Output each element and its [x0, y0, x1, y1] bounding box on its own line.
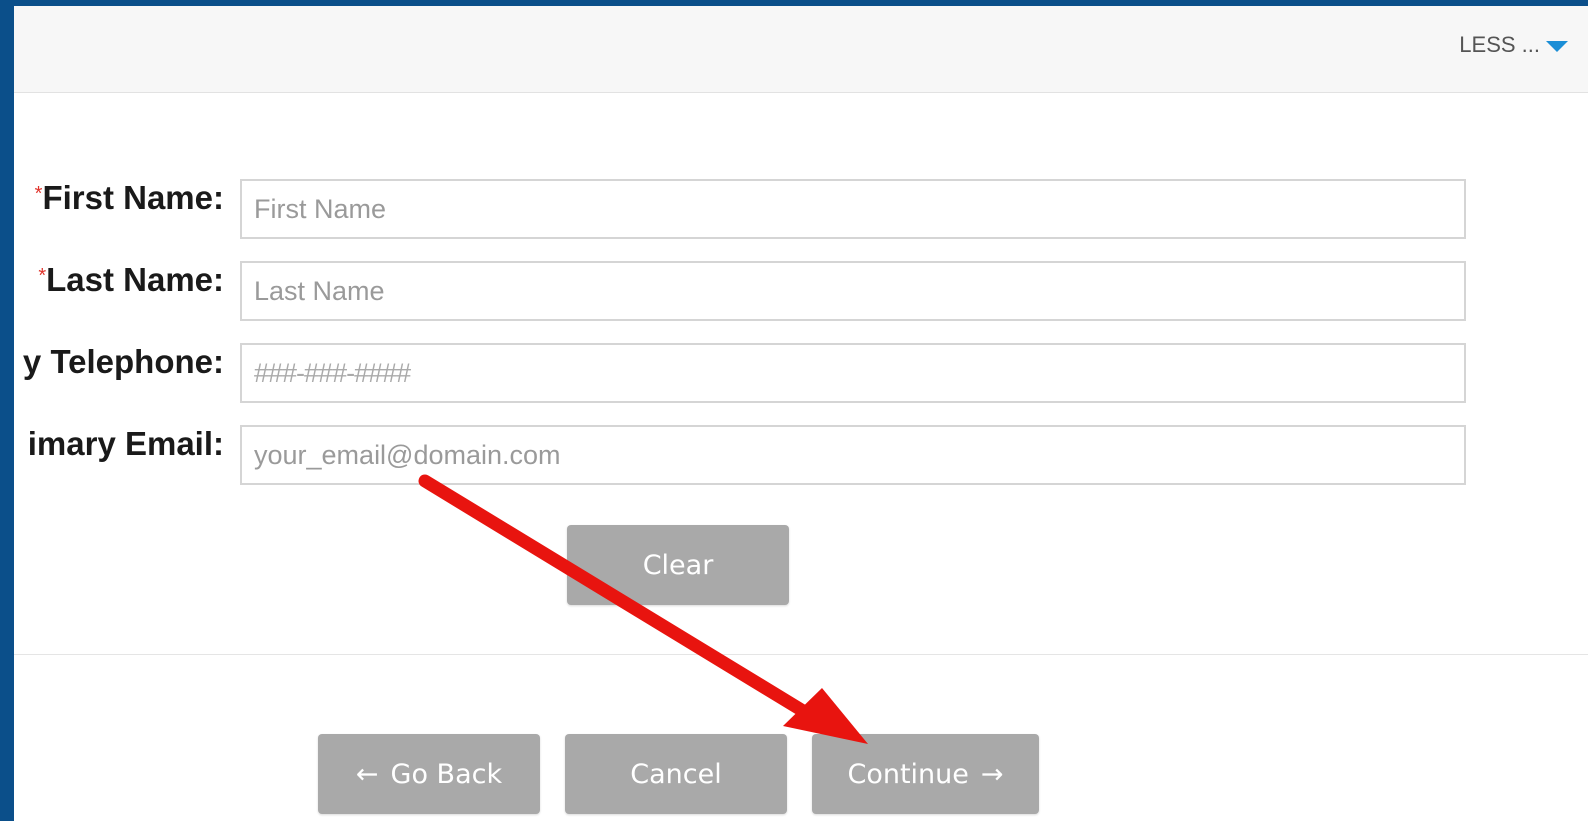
go-back-label: Go Back: [390, 758, 503, 790]
telephone-input[interactable]: [240, 343, 1466, 403]
first-name-label: *First Name:: [34, 179, 224, 216]
panel-header: LESS ...: [14, 6, 1588, 93]
email-input[interactable]: [240, 425, 1466, 485]
clear-button[interactable]: Clear: [567, 525, 789, 605]
arrow-right-icon: →: [980, 758, 1004, 790]
telephone-label: y Telephone:: [22, 343, 224, 380]
last-name-row: *Last Name:: [14, 261, 1588, 323]
first-name-row: *First Name:: [14, 179, 1588, 241]
last-name-label: *Last Name:: [38, 261, 224, 298]
window-frame-left: [0, 0, 14, 128]
divider: [14, 654, 1588, 655]
last-name-input[interactable]: [240, 261, 1466, 321]
go-back-button[interactable]: ← Go Back: [318, 734, 540, 814]
required-marker: *: [38, 265, 47, 287]
continue-label: Continue: [847, 758, 969, 790]
first-name-input[interactable]: [240, 179, 1466, 239]
less-toggle[interactable]: LESS ...: [1459, 32, 1568, 58]
less-toggle-label: LESS ...: [1459, 32, 1540, 57]
email-label: imary Email:: [27, 425, 224, 462]
email-row: imary Email:: [14, 425, 1588, 487]
telephone-row: y Telephone:: [14, 343, 1588, 405]
continue-button[interactable]: Continue →: [812, 734, 1039, 814]
required-marker: *: [34, 183, 43, 205]
cancel-button[interactable]: Cancel: [565, 734, 787, 814]
arrow-left-icon: ←: [355, 758, 379, 790]
form-panel: LESS ... *First Name: *Last Name: y Tele…: [14, 6, 1588, 821]
caret-down-icon: [1546, 40, 1568, 52]
